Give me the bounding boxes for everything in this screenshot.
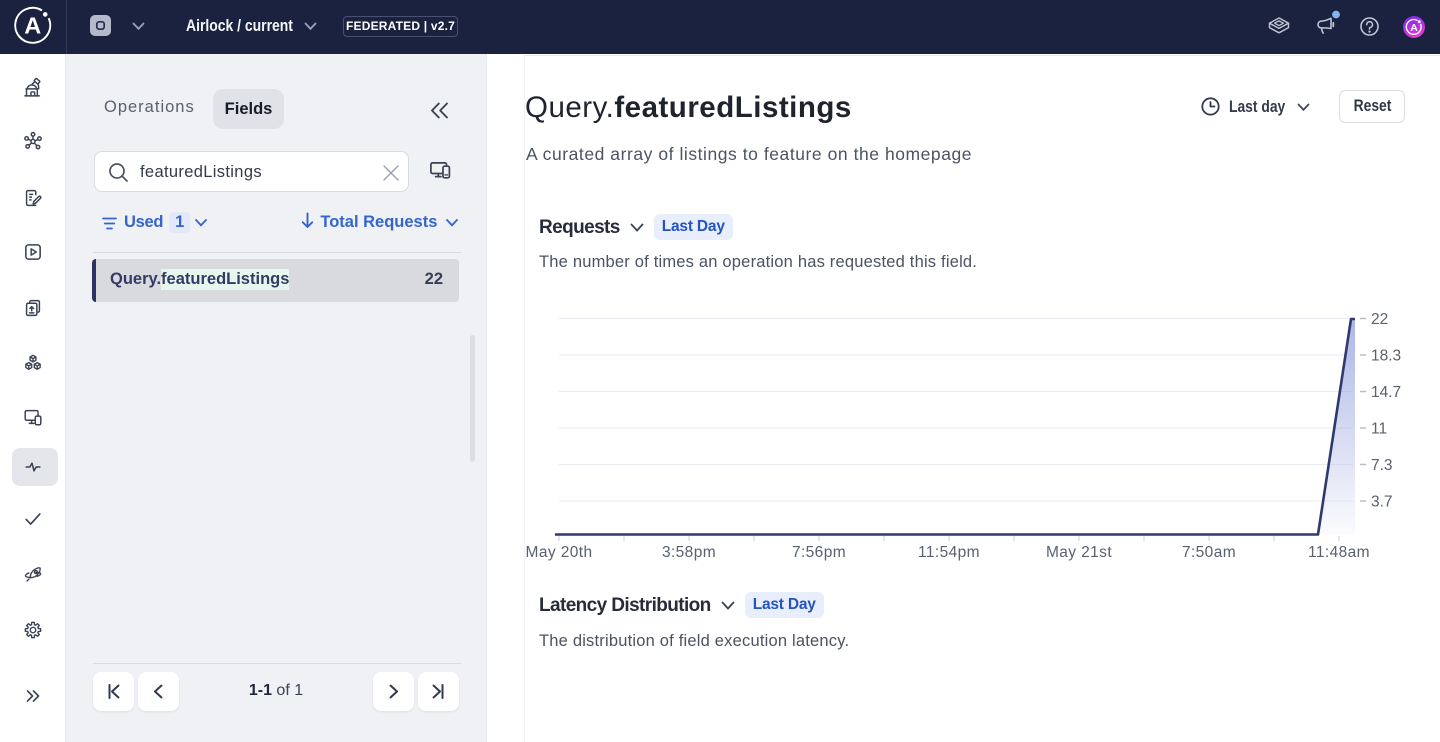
svg-text:14.7: 14.7 (1371, 384, 1401, 401)
svg-text:18.3: 18.3 (1371, 348, 1401, 365)
svg-text:7:56pm: 7:56pm (792, 544, 846, 561)
svg-text:7.3: 7.3 (1371, 457, 1393, 474)
svg-text:11: 11 (1371, 421, 1387, 438)
svg-text:May 21st: May 21st (1046, 544, 1112, 561)
svg-text:May 20th: May 20th (526, 544, 593, 561)
svg-text:22: 22 (1371, 311, 1388, 328)
svg-text:A: A (1410, 22, 1418, 34)
svg-text:11:48am: 11:48am (1308, 544, 1370, 561)
svg-text:11:54pm: 11:54pm (918, 544, 980, 561)
svg-text:A: A (24, 13, 41, 39)
svg-text:3.7: 3.7 (1371, 494, 1393, 511)
svg-text:3:58pm: 3:58pm (662, 544, 716, 561)
svg-text:7:50am: 7:50am (1182, 544, 1236, 561)
